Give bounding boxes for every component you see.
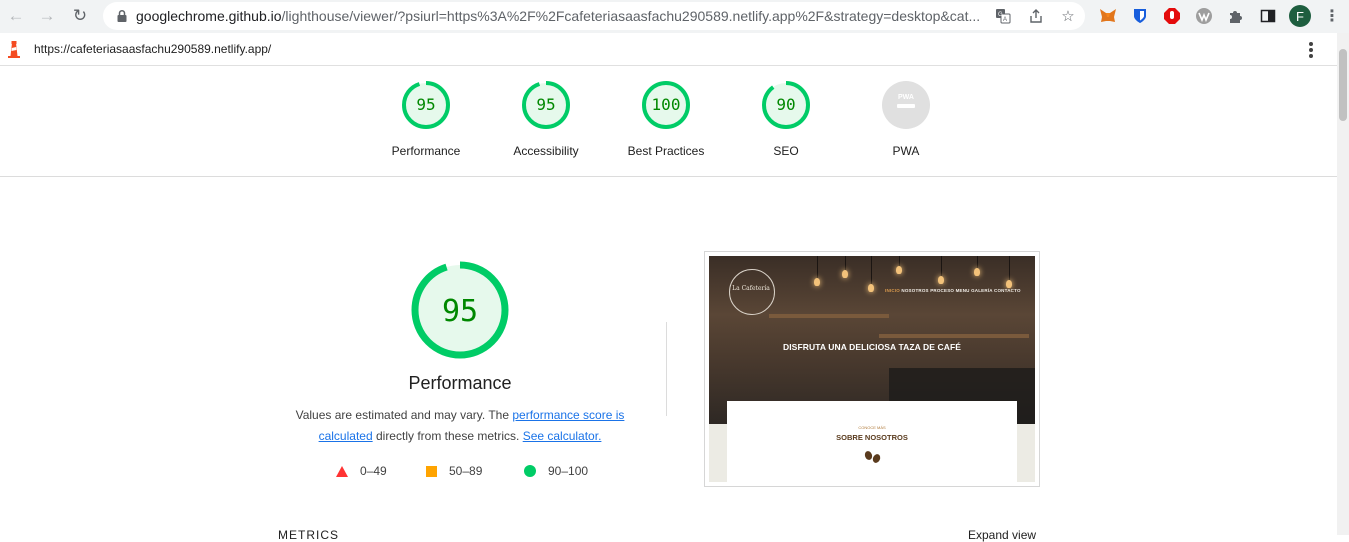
address-bar[interactable]: googlechrome.github.io/lighthouse/viewer…	[103, 2, 1085, 30]
translate-icon[interactable]: GA	[993, 7, 1013, 25]
cafe-logo-text: La Cafetería	[732, 285, 770, 292]
gauge-label: Best Practices	[627, 144, 705, 158]
lock-icon	[117, 9, 127, 22]
about-card: CONOCE MÁS SOBRE NOSOTROS	[727, 401, 1017, 482]
lighthouse-logo-icon	[8, 41, 20, 58]
metamask-icon[interactable]	[1098, 6, 1118, 26]
circle-pass-icon	[524, 465, 536, 477]
legend-range: 90–100	[548, 464, 589, 478]
performance-score-value: 95	[442, 294, 478, 329]
performance-score-gauge: 95	[411, 261, 509, 359]
page-screenshot-image: La Cafetería INICIO NOSOTROS PROCESO MEN…	[709, 256, 1035, 482]
browser-toolbar: ← → ↻ googlechrome.github.io/lighthouse/…	[0, 0, 1349, 33]
extensions-puzzle-icon[interactable]	[1226, 6, 1246, 26]
wappalyzer-icon[interactable]	[1194, 6, 1214, 26]
gauge-score: 95	[536, 95, 555, 114]
gauge-best-practices[interactable]: 100 Best Practices	[611, 80, 721, 158]
pwa-badge-icon: PWA	[882, 81, 930, 129]
gauge-label: SEO	[773, 144, 799, 158]
cafe-logo	[729, 269, 775, 315]
coffee-bean-icon	[871, 452, 882, 465]
cafe-nav: INICIO NOSOTROS PROCESO MENU GALERÍA CON…	[885, 288, 1021, 293]
gauge-performance[interactable]: 95 Performance	[371, 80, 481, 158]
gauge-pwa[interactable]: PWA PWA	[851, 80, 961, 158]
forward-arrow-icon[interactable]: →	[34, 4, 60, 28]
legend-range: 0–49	[360, 464, 387, 478]
pwa-badge-text: PWA	[898, 94, 914, 101]
gauge-score: 90	[776, 95, 795, 114]
gauge-accessibility[interactable]: 95 Accessibility	[491, 80, 601, 158]
report-url[interactable]: https://cafeteriasaasfachu290589.netlify…	[34, 42, 271, 56]
performance-description: Values are estimated and may vary. The p…	[295, 408, 625, 443]
score-gauge: 90	[762, 81, 810, 129]
gauge-seo[interactable]: 90 SEO	[731, 80, 841, 158]
legend-range: 50–89	[449, 464, 483, 478]
bitwarden-icon[interactable]	[1130, 6, 1150, 26]
gauge-score: 100	[652, 95, 681, 114]
profile-avatar[interactable]: F	[1289, 5, 1311, 27]
gauge-label: PWA	[892, 144, 920, 158]
gauge-label: Performance	[391, 144, 461, 158]
performance-title: Performance	[408, 373, 512, 393]
gauge-label: Accessibility	[513, 144, 579, 158]
legend-average: 50–89	[426, 464, 482, 478]
chrome-menu-icon[interactable]: ⋮	[1322, 6, 1342, 26]
tools-menu-icon[interactable]	[1302, 40, 1320, 60]
scrollbar-thumb[interactable]	[1339, 49, 1347, 121]
bookmark-star-icon[interactable]: ☆	[1058, 7, 1078, 25]
hero-image: La Cafetería INICIO NOSOTROS PROCESO MEN…	[709, 256, 1035, 424]
about-kicker: CONOCE MÁS	[858, 425, 886, 430]
svg-text:A: A	[1003, 17, 1007, 23]
category-gauges: 95 Performance 95 Accessibility 100 Best…	[0, 66, 1337, 177]
legend-fail: 0–49	[336, 464, 387, 478]
score-gauge: 95	[402, 81, 450, 129]
adblock-icon[interactable]	[1162, 6, 1182, 26]
share-icon[interactable]	[1026, 7, 1046, 25]
expand-view-toggle[interactable]: Expand view	[968, 528, 1036, 542]
section-divider	[666, 322, 667, 416]
back-arrow-icon[interactable]: ←	[3, 4, 29, 28]
see-calculator-link[interactable]: See calculator.	[523, 429, 602, 443]
reload-icon[interactable]: ↻	[67, 4, 93, 28]
score-gauge: 100	[642, 81, 690, 129]
final-screenshot[interactable]: La Cafetería INICIO NOSOTROS PROCESO MEN…	[704, 251, 1040, 487]
triangle-fail-icon	[336, 465, 348, 477]
about-heading: SOBRE NOSOTROS	[836, 433, 908, 442]
score-gauge: 95	[522, 81, 570, 129]
address-text: googlechrome.github.io/lighthouse/viewer…	[136, 8, 981, 24]
cafe-headline: DISFRUTA UNA DELICIOSA TAZA DE CAFÉ	[782, 342, 962, 352]
legend-pass: 90–100	[524, 464, 588, 478]
report-topbar: https://cafeteriasaasfachu290589.netlify…	[0, 33, 1337, 66]
side-panel-icon[interactable]	[1258, 6, 1278, 26]
metrics-heading: METRICS	[278, 528, 339, 542]
square-average-icon	[426, 465, 437, 477]
gauge-score: 95	[416, 95, 435, 114]
